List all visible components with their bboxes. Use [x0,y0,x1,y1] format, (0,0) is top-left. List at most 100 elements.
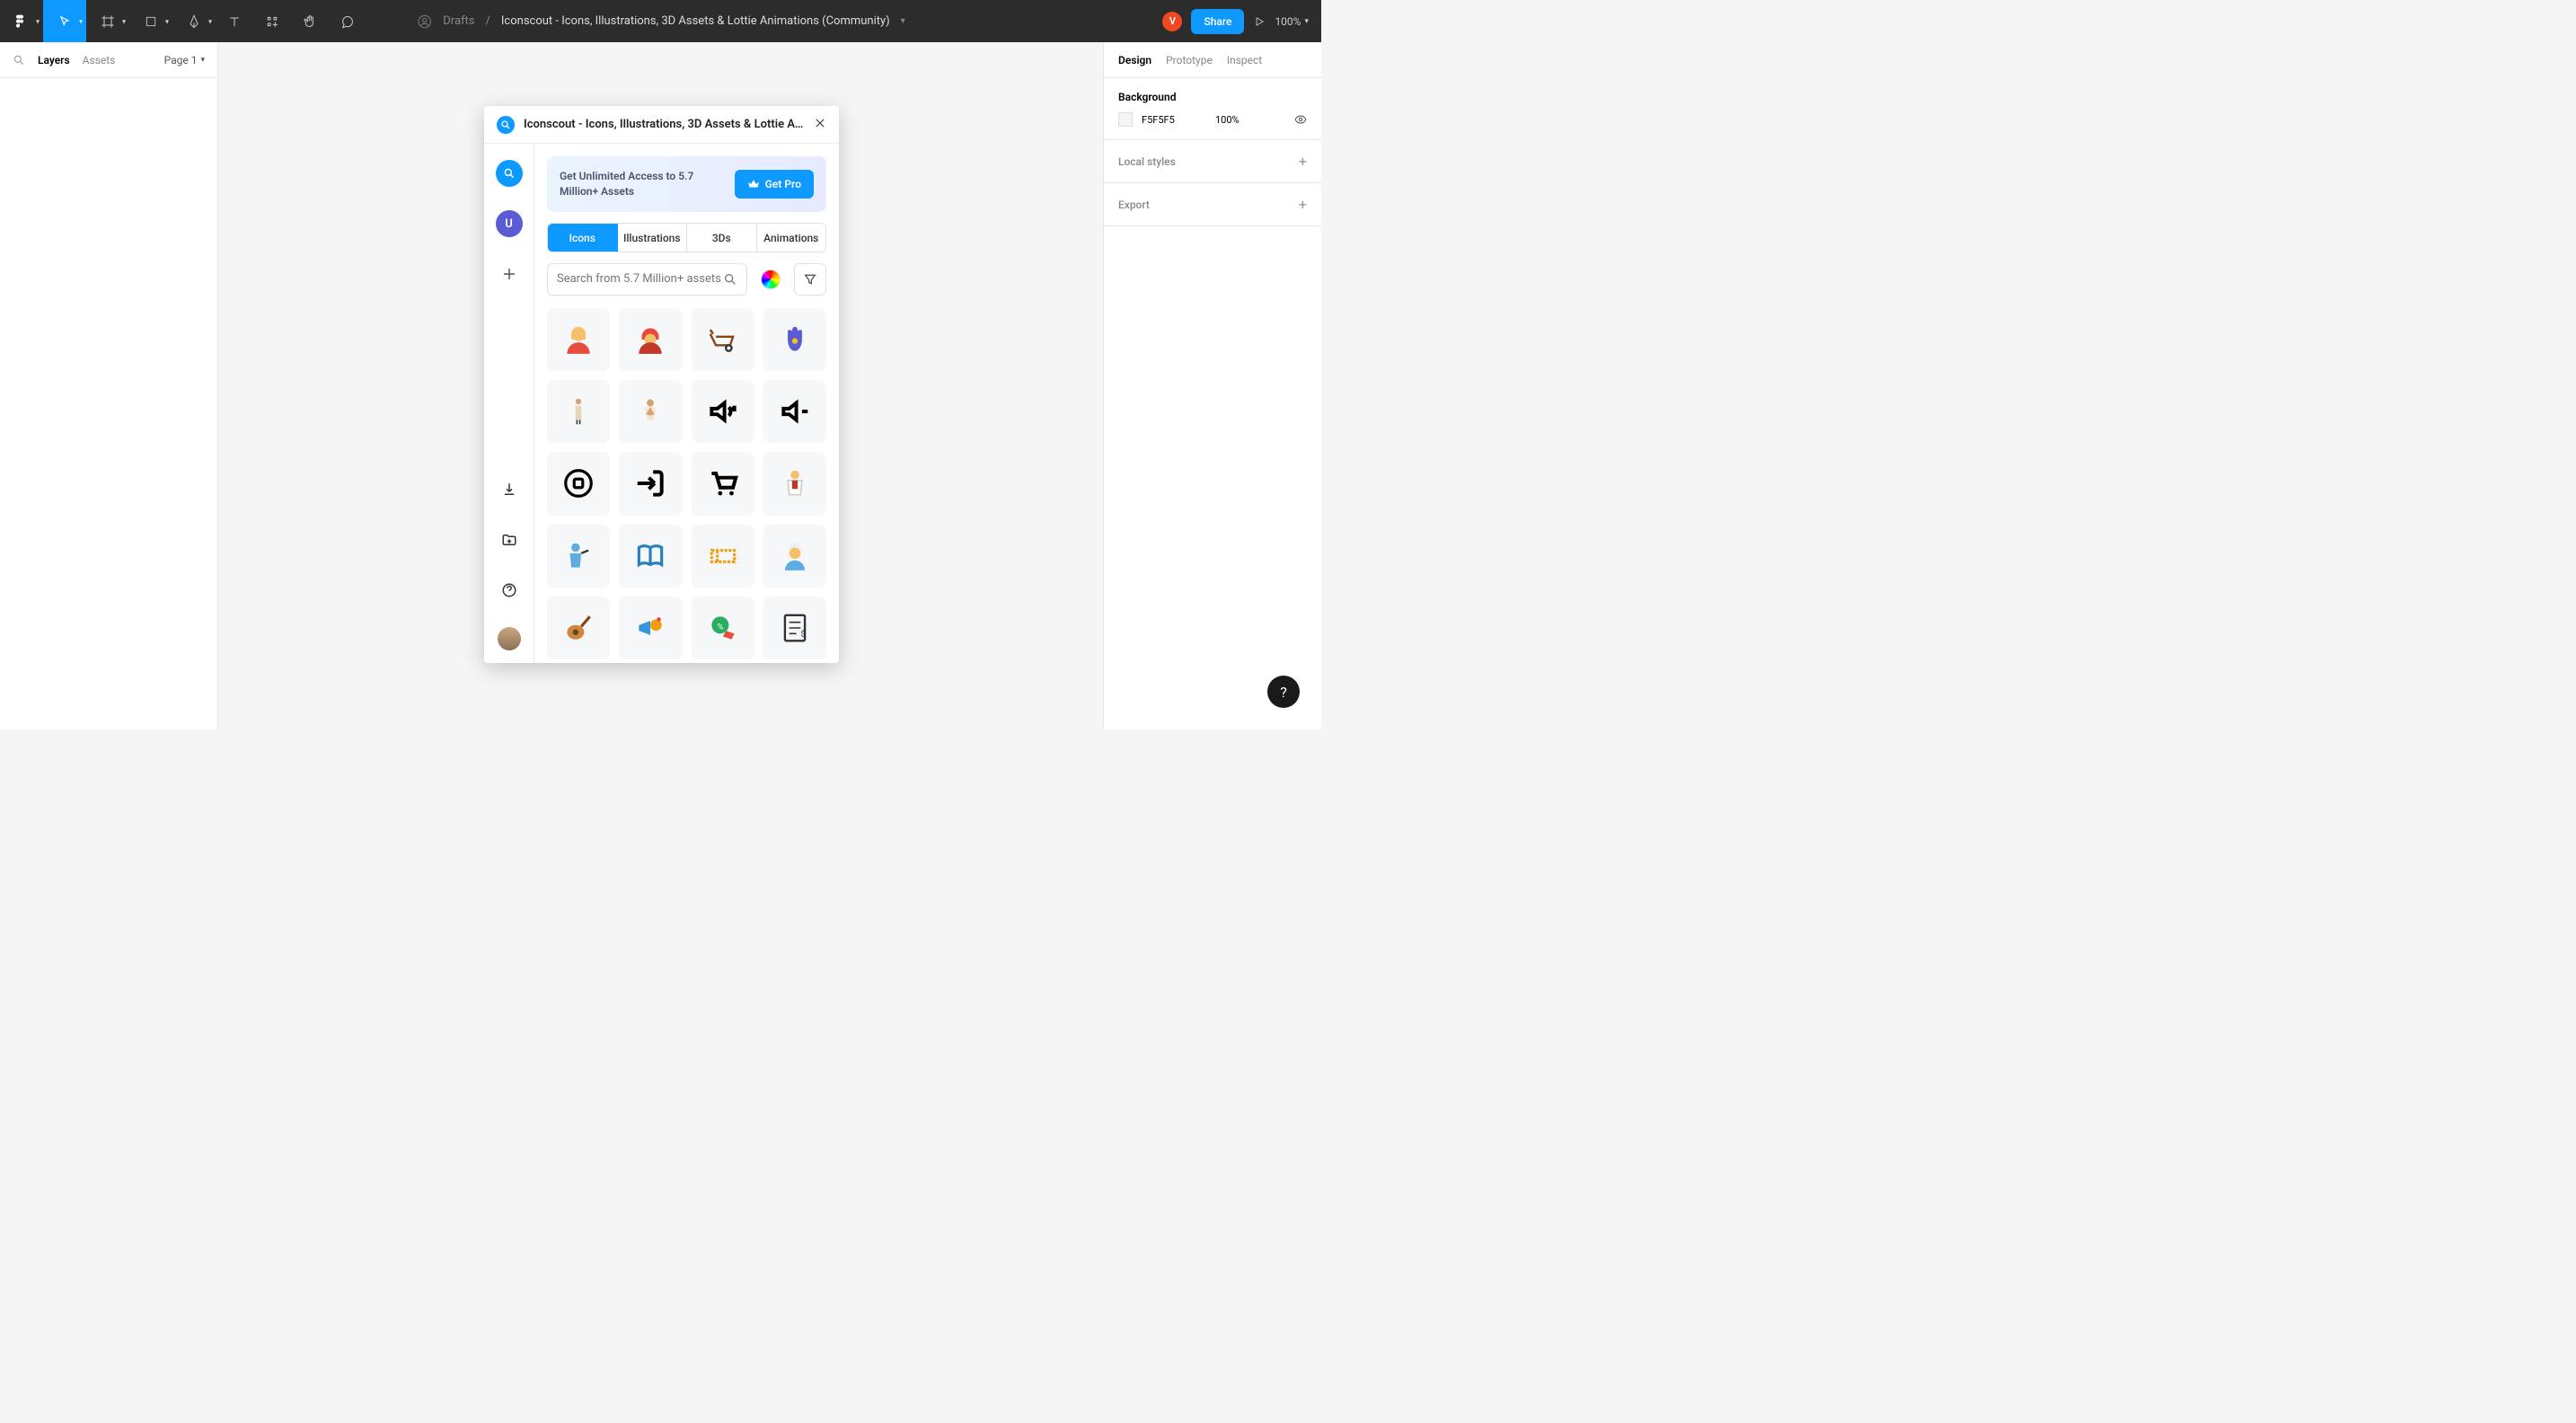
share-button[interactable]: Share [1191,9,1244,34]
background-swatch[interactable] [1118,112,1133,127]
right-panel-tabs: Design Prototype Inspect [1104,42,1321,78]
tab-3ds[interactable]: 3Ds [687,224,757,252]
invoice-dollar-icon: $ [778,611,812,645]
lute-instrument-icon [561,611,595,645]
background-hex[interactable]: F5F5F5 [1142,114,1187,126]
toolbar-tools: ▾ ▾ ▾ ▾ ▾ [0,0,366,42]
local-styles-label: Local styles [1118,155,1176,168]
icon-invoice-dollar[interactable]: $ [763,597,826,659]
icon-lute-instrument[interactable] [547,597,610,659]
promo-banner: Get Unlimited Access to 5.7 Million+ Ass… [547,156,826,212]
file-title[interactable]: Iconscout - Icons, Illustrations, 3D Ass… [501,14,890,28]
sidebar-profile-avatar[interactable] [498,627,521,650]
search-row [547,263,826,296]
sidebar-download-button[interactable] [496,476,523,503]
tab-design[interactable]: Design [1118,54,1151,66]
comment-icon [340,14,355,29]
user-avatar[interactable]: V [1162,12,1182,31]
search-icon[interactable] [13,54,25,66]
jesus-figure-icon [778,466,812,500]
text-icon [227,14,242,29]
close-button[interactable] [814,116,826,133]
search-icon [503,167,516,180]
resources-icon [265,14,279,29]
close-icon [814,117,826,129]
icon-stop-circle[interactable] [547,452,610,515]
export-label: Export [1118,199,1150,211]
layers-panel: Layers Assets Page 1 ▾ [0,42,218,729]
icon-person-female-avatar[interactable] [547,308,610,371]
log-in-arrow-icon [633,466,667,500]
plugin-title: Iconscout - Icons, Illustrations, 3D Ass… [524,118,805,131]
icon-wheelbarrow[interactable] [692,308,754,371]
comment-tool-button[interactable] [329,0,366,42]
plugin-logo-icon [497,116,515,134]
pen-tool-button[interactable]: ▾ [172,0,216,42]
present-icon[interactable] [1253,15,1266,28]
frame-icon [101,14,115,29]
search-input[interactable] [557,272,723,286]
sidebar-folder-add-button[interactable] [496,526,523,553]
tab-icons[interactable]: Icons [548,224,618,252]
icon-person-standing[interactable] [547,380,610,443]
add-style-button[interactable]: + [1299,153,1307,170]
toolbar-right: V Share 100% ▾ [1162,9,1321,34]
frame-tool-button[interactable]: ▾ [86,0,129,42]
tab-animations[interactable]: Animations [757,224,826,252]
ticket-icon [706,539,740,573]
icon-firefighter-avatar[interactable] [619,308,682,371]
tab-prototype[interactable]: Prototype [1166,54,1213,66]
color-filter-button[interactable] [754,263,787,296]
eye-icon[interactable] [1294,113,1307,126]
shape-tool-button[interactable]: ▾ [129,0,172,42]
zoom-control[interactable]: 100% ▾ [1275,15,1309,28]
icon-volume-down[interactable] [763,380,826,443]
icon-muslim-man-avatar[interactable] [763,525,826,588]
hand-tool-button[interactable] [291,0,329,42]
sidebar-add-button[interactable] [496,261,523,287]
search-icon[interactable] [723,272,737,287]
icon-log-in-arrow[interactable] [619,452,682,515]
background-opacity[interactable]: 100% [1215,114,1239,126]
icon-person-teaching[interactable] [547,525,610,588]
resources-button[interactable] [253,0,291,42]
help-fab[interactable]: ? [1267,676,1300,708]
icon-jesus-figure[interactable] [763,452,826,515]
filter-button[interactable] [794,263,826,296]
tab-assets[interactable]: Assets [83,54,116,66]
person-teaching-icon [561,539,595,573]
page-selector[interactable]: Page 1 ▾ [164,54,205,66]
promo-text: Get Unlimited Access to 5.7 Million+ Ass… [560,169,712,199]
icon-person-praying[interactable] [619,380,682,443]
sidebar-user-button[interactable]: U [496,210,523,237]
get-pro-button[interactable]: Get Pro [735,170,814,199]
sidebar-help-button[interactable] [496,577,523,604]
figma-logo-icon [14,14,29,29]
figma-menu-button[interactable]: ▾ [0,0,43,42]
tab-layers[interactable]: Layers [38,54,70,66]
svg-text:$: $ [800,629,805,639]
pen-icon [187,14,201,29]
sidebar-search-button[interactable] [496,160,523,187]
add-export-button[interactable]: + [1299,196,1307,213]
icon-open-book[interactable] [619,525,682,588]
chevron-down-icon: ▾ [200,56,205,65]
breadcrumb-project[interactable]: Drafts [443,14,474,28]
icon-volume-up[interactable] [692,380,754,443]
local-styles-section: Local styles + [1104,140,1321,183]
icon-megaphone-bulb[interactable] [619,597,682,659]
icon-hamsa-hand[interactable] [763,308,826,371]
plugin-sidebar: U [484,144,534,663]
icon-sale-tag-bubble[interactable]: % [692,597,754,659]
muslim-man-avatar-icon [778,539,812,573]
move-tool-button[interactable]: ▾ [43,0,86,42]
text-tool-button[interactable] [216,0,253,42]
icon-shopping-cart[interactable] [692,452,754,515]
design-panel: Design Prototype Inspect Background F5F5… [1103,42,1321,729]
svg-text:%: % [717,622,723,632]
icon-ticket[interactable] [692,525,754,588]
tab-inspect[interactable]: Inspect [1227,54,1262,66]
tab-illustrations[interactable]: Illustrations [618,224,688,252]
chevron-down-icon[interactable]: ▾ [901,16,905,26]
plugin-header: Iconscout - Icons, Illustrations, 3D Ass… [484,106,839,144]
